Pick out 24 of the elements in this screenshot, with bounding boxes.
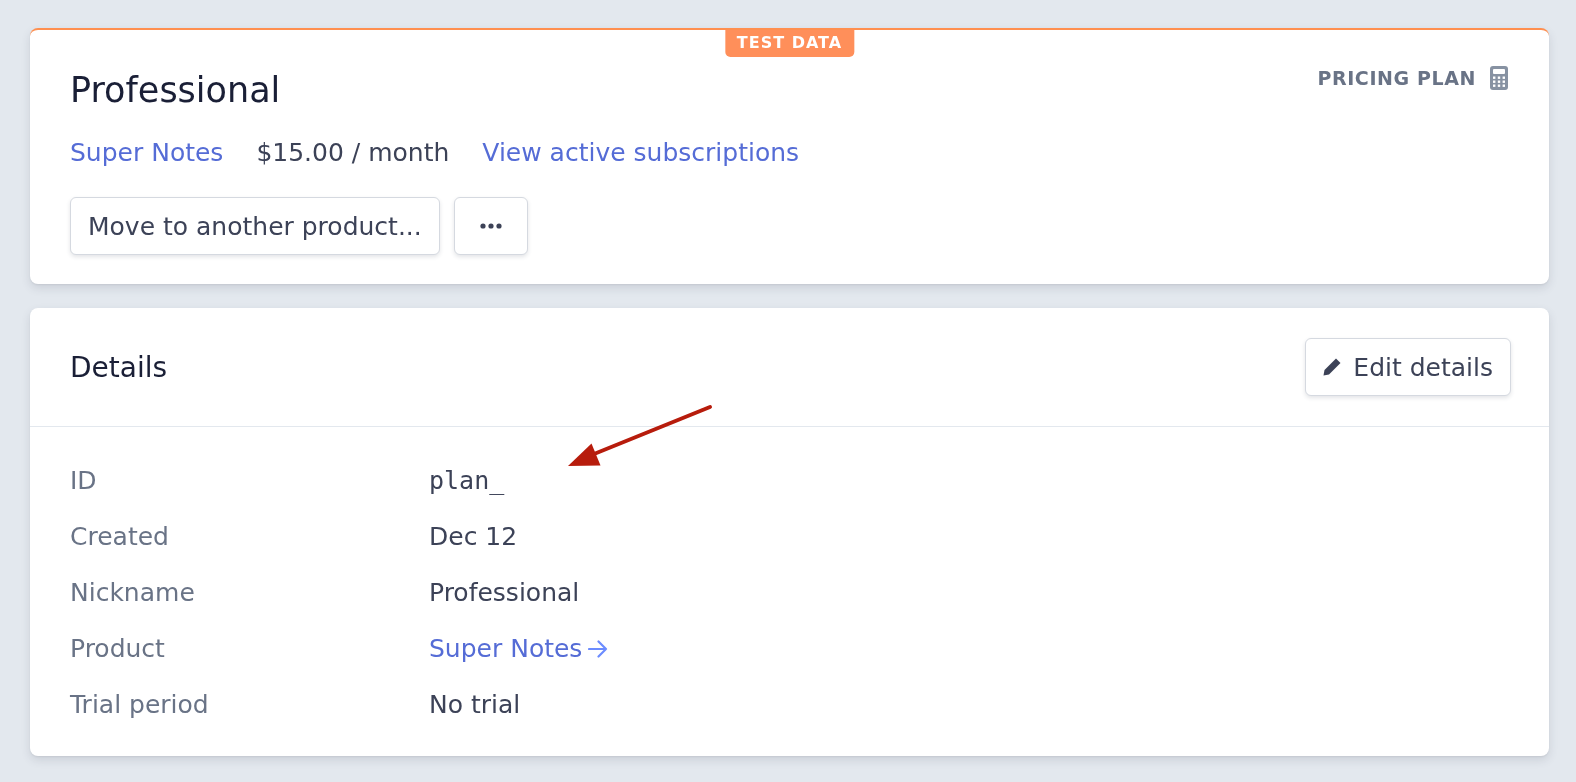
view-subscriptions-link[interactable]: View active subscriptions [482,138,800,168]
field-label: Trial period [70,690,210,720]
field-value: No trial [429,690,521,720]
ellipsis-icon [479,223,502,229]
product-link[interactable]: Super Notes [70,138,224,168]
pricing-plan-label: PRICING PLAN [1317,67,1476,89]
plan-title: Professional [70,69,281,112]
field-label: Nickname [70,578,196,608]
plan-price: $15.00 / month [256,138,450,168]
product-value-link[interactable]: Super Notes [429,634,609,664]
field-value: Professional [429,578,580,608]
move-product-button[interactable]: Move to another product... [70,197,440,255]
pencil-icon [1323,358,1342,376]
test-data-badge: TEST DATA [724,30,855,57]
field-label: ID [70,466,98,496]
edit-details-button[interactable]: Edit details [1305,338,1511,396]
more-button[interactable] [453,197,528,255]
calculator-icon [1490,66,1508,90]
field-label: Created [70,522,170,552]
field-value: Dec 12 [429,522,518,552]
field-label: Product [70,634,166,664]
details-heading: Details [70,350,168,384]
field-value: plan_ [429,466,505,496]
right-arrow-icon [588,640,609,658]
